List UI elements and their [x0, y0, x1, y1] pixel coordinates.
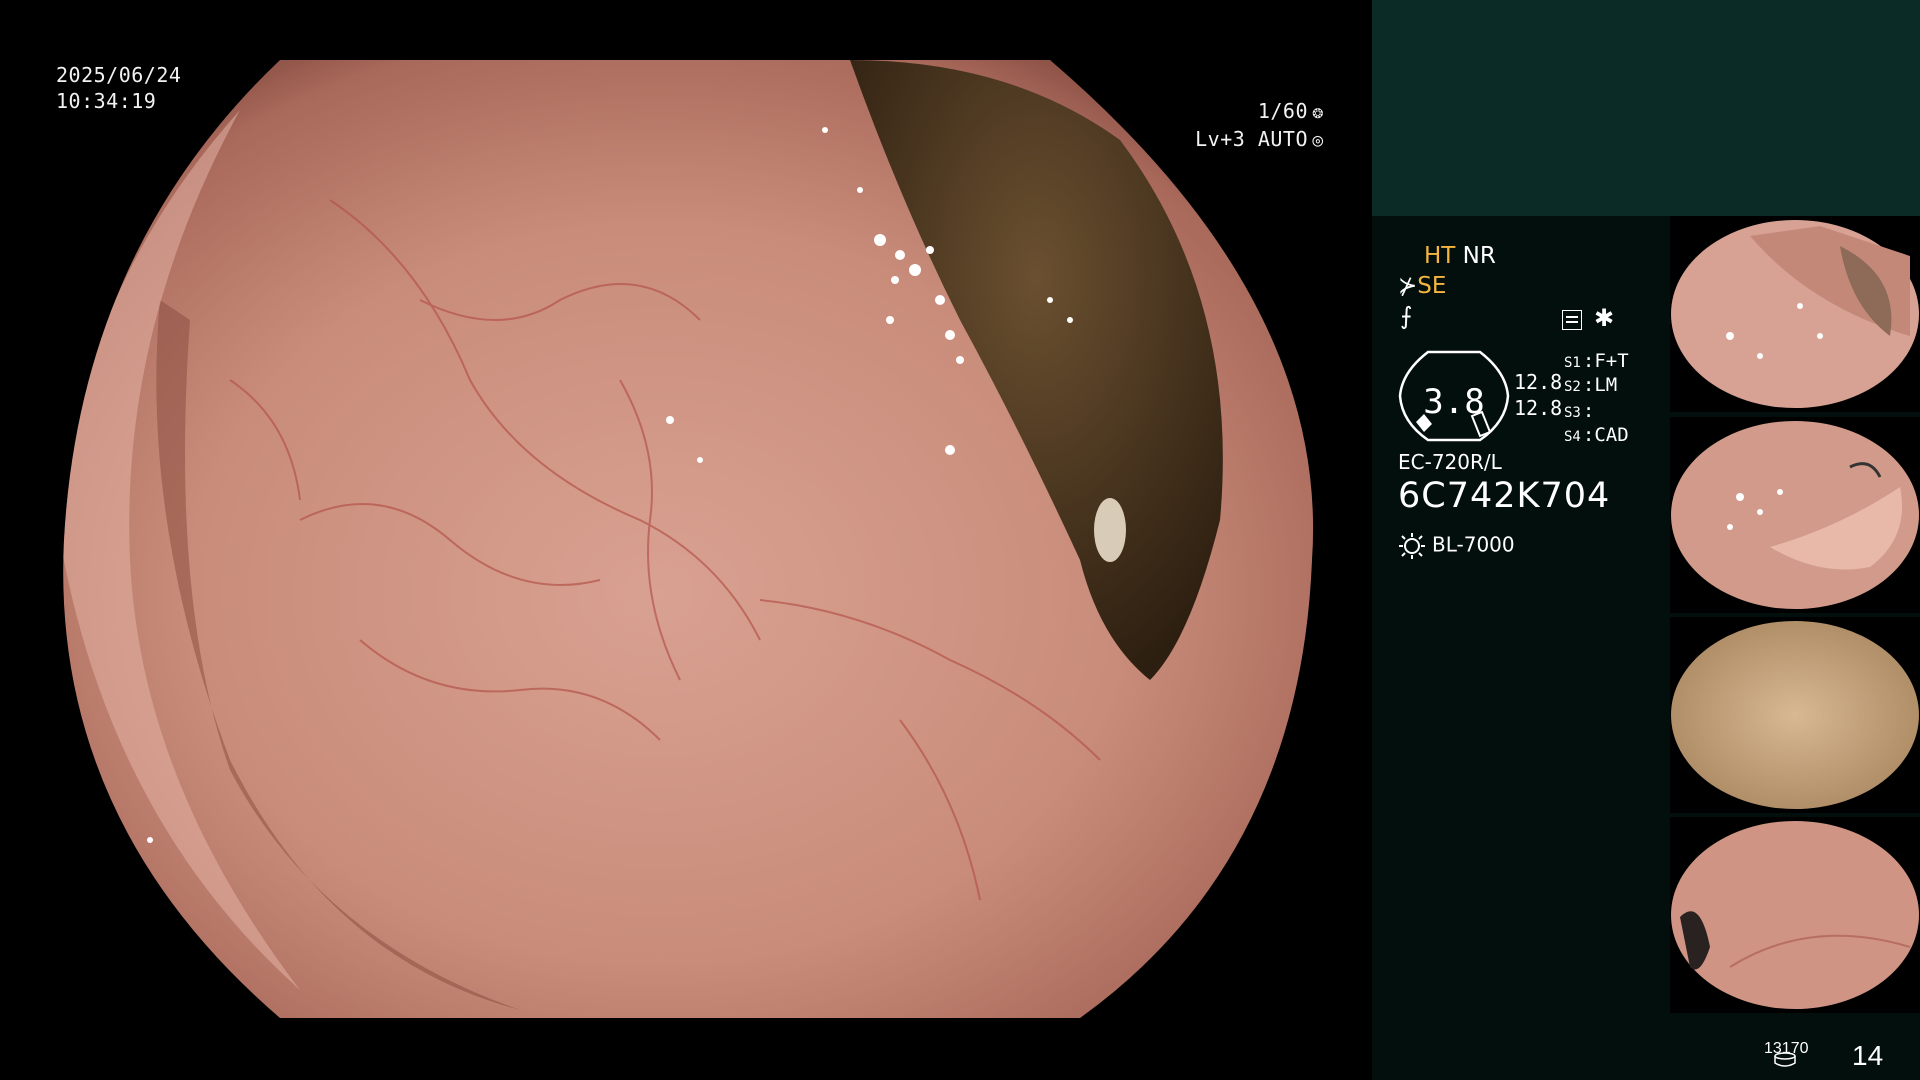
switch-4-key: S4 [1564, 429, 1581, 445]
scope-model: EC-720R/L [1398, 450, 1502, 474]
thumbnail-image [1671, 621, 1919, 809]
exposure-readout: 1/60 ❂ Lv+3 AUTO ◎ [1195, 98, 1328, 154]
light-source-row: BL-7000 [1398, 532, 1515, 560]
captured-thumbnail[interactable] [1670, 817, 1920, 1013]
osd-level-mode: Lv+3 AUTO [1195, 127, 1308, 151]
level-a: 12.8 [1514, 370, 1563, 394]
switch-1: S1:F+T [1564, 350, 1629, 372]
switch-4-value: CAD [1594, 424, 1629, 446]
level-b: 12.8 [1514, 396, 1563, 420]
aperture-icon: ❂ [1312, 102, 1324, 123]
processor-settings: HT NR ⊁SE ⨍ ✱ 3.8 12.8 12.8 S1:F+T S2:LM… [1398, 240, 1668, 570]
thumbnail-image [1671, 421, 1919, 609]
captured-thumbnail[interactable] [1670, 417, 1920, 613]
switch-2-key: S2 [1564, 379, 1581, 395]
osd-date: 2025/06/24 [56, 63, 182, 87]
light-bulb-icon [1399, 533, 1425, 559]
nr-indicator: NR [1462, 243, 1496, 269]
switch-2-value: LM [1594, 374, 1618, 396]
switch-4: S4:CAD [1564, 424, 1629, 446]
endoscope-image [63, 60, 1314, 1018]
thumbnail-image [1671, 220, 1919, 408]
freeze-icon: ⨍ [1400, 302, 1413, 330]
osd-shutter: 1/60 [1257, 99, 1308, 123]
date-time-readout: 2025/06/24 10:34:19 [56, 62, 181, 114]
panel-header-area [1372, 0, 1920, 216]
se-indicator: SE [1417, 273, 1447, 299]
structure-enhance-icon: ⊁ [1398, 273, 1418, 299]
switch-1-value: F+T [1594, 350, 1629, 372]
asterisk-icon: ✱ [1594, 304, 1615, 332]
mode-icons-row: ✱ [1562, 304, 1614, 333]
osd-time: 10:34:19 [56, 89, 157, 113]
switch-3: S3: [1564, 400, 1595, 422]
captured-thumbnail[interactable] [1670, 216, 1920, 412]
switch-3-key: S3 [1564, 405, 1581, 421]
se-row: ⊁SE [1398, 272, 1446, 300]
dial-value: 3.8 [1423, 382, 1485, 422]
image-index: 14 [1852, 1040, 1884, 1071]
thumbnail-image [1671, 821, 1919, 1009]
auto-iris-icon: ◎ [1312, 130, 1324, 151]
captured-thumbnail[interactable] [1670, 617, 1920, 813]
switch-1-key: S1 [1564, 355, 1581, 371]
endoscope-view: 2025/06/24 10:34:19 1/60 ❂ Lv+3 AUTO ◎ [0, 0, 1372, 1080]
disk-icon [1774, 1052, 1796, 1067]
enhancement-row: HT NR [1424, 242, 1496, 270]
light-source-label: BL-7000 [1432, 532, 1515, 557]
ht-indicator: HT [1424, 243, 1456, 269]
switch-2: S2:LM [1564, 374, 1618, 396]
scope-serial: 6C742K704 [1398, 476, 1611, 516]
menu-box-icon [1562, 309, 1582, 330]
